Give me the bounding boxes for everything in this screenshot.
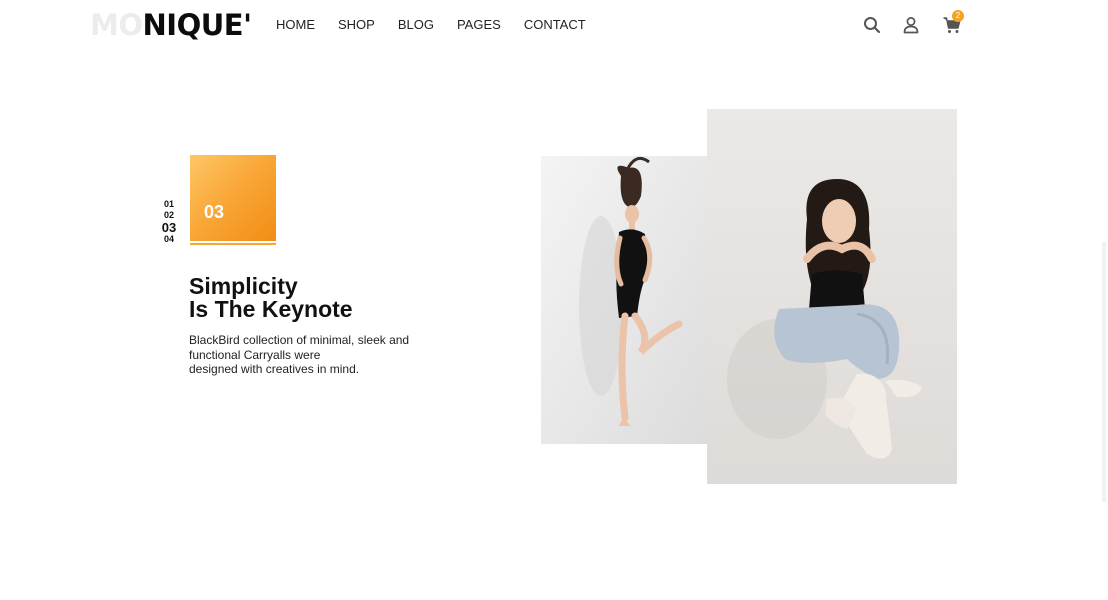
search-icon[interactable] [862,15,882,35]
model-photo-sitting [707,109,957,484]
active-slide-box: 03 [190,155,276,241]
page: MONIQUE' HOME SHOP BLOG PAGES CONTACT 2 … [0,0,1108,600]
active-slide-number: 03 [204,202,225,222]
slide-number-03[interactable]: 03 [158,221,180,234]
accent-underline [190,243,276,245]
description-line-2: functional Carryalls were [189,347,321,362]
slide-counter: 01 02 03 04 [158,199,180,245]
cart-icon[interactable]: 2 [942,10,964,35]
logo-solid-text: NIQUE' [142,8,252,42]
description-line-3: designed with creatives in mind. [189,362,360,376]
logo-faded-text: MO [90,8,143,42]
slide-number-04[interactable]: 04 [158,234,180,245]
cart-count-badge: 2 [952,10,964,22]
slide-description: BlackBird collection of minimal, sleek a… [189,333,419,377]
scrollbar[interactable] [1102,242,1106,502]
description-line-1: BlackBird collection of minimal, sleek a… [189,333,410,347]
slide-headline: Simplicity Is The Keynote [189,275,353,321]
user-icon[interactable] [901,15,921,35]
nav-shop[interactable]: SHOP [338,17,375,33]
nav-blog[interactable]: BLOG [398,17,434,33]
slide-number-01[interactable]: 01 [158,199,180,210]
headline-line-2: Is The Keynote [189,296,353,322]
logo[interactable]: MONIQUE' [90,8,252,42]
main-nav: HOME SHOP BLOG PAGES CONTACT [276,17,609,33]
model-photo-standing [541,156,707,444]
nav-pages[interactable]: PAGES [457,17,501,33]
nav-home[interactable]: HOME [276,17,315,33]
nav-contact[interactable]: CONTACT [524,17,586,33]
